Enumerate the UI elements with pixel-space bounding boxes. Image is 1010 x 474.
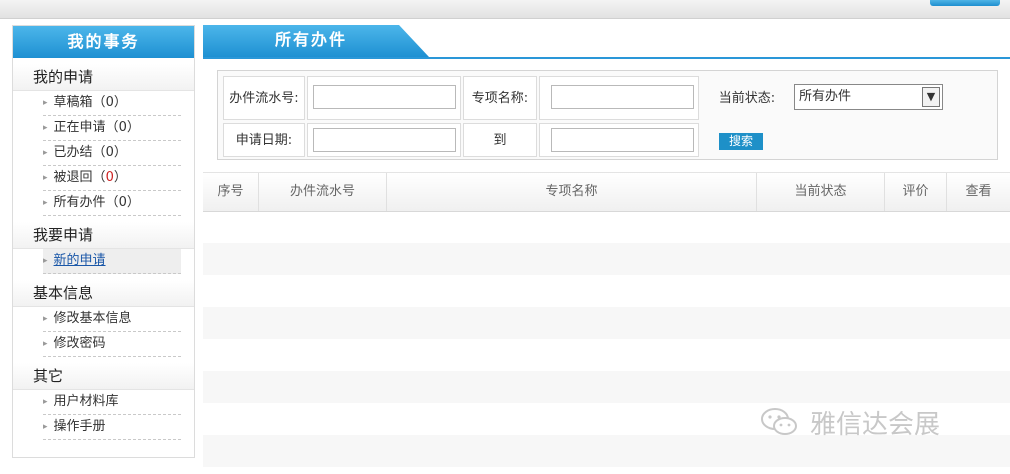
column-header-view[interactable]: 查看 <box>947 173 1010 211</box>
project-name-input[interactable] <box>551 85 694 109</box>
sidebar-item-drafts[interactable]: ▸ 草稿箱（0） <box>43 91 181 116</box>
top-bar <box>0 0 1010 19</box>
section-apply: 我要申请 ▸ 新的申请 <box>13 222 194 274</box>
column-header-rating[interactable]: 评价 <box>885 173 947 211</box>
item-count: 0 <box>105 170 114 185</box>
column-header-project[interactable]: 专项名称 <box>387 173 757 211</box>
sidebar-item-label: 已办结 <box>53 145 93 160</box>
date-from-input[interactable] <box>313 128 456 152</box>
sidebar-item-change-password[interactable]: ▸ 修改密码 <box>43 332 181 357</box>
table-row <box>203 371 1010 403</box>
sidebar-item-label: 修改基本信息 <box>53 311 132 326</box>
chevron-down-icon[interactable]: ▼ <box>922 87 940 107</box>
section-title: 我的申请 <box>13 64 194 91</box>
wechat-icon <box>761 408 797 435</box>
date-label: 申请日期: <box>235 132 293 148</box>
table-row <box>203 243 1010 275</box>
arrow-right-icon: ▸ <box>43 256 48 266</box>
section-title: 基本信息 <box>13 280 194 307</box>
item-count: 0 <box>118 195 127 210</box>
item-count: 0 <box>105 145 114 160</box>
table-row <box>203 339 1010 371</box>
item-count: 0 <box>118 120 127 135</box>
project-label: 专项名称: <box>471 90 529 106</box>
arrow-right-icon: ▸ <box>43 314 48 324</box>
section-title: 其它 <box>13 363 194 390</box>
date-to-label: 到 <box>493 132 507 148</box>
table-row <box>203 275 1010 307</box>
column-header-status[interactable]: 当前状态 <box>757 173 885 211</box>
search-button[interactable]: 搜索 <box>719 133 763 150</box>
sidebar-item-new-application[interactable]: ▸ 新的申请 <box>43 249 181 274</box>
sidebar-item-label: 草稿箱 <box>53 95 93 110</box>
sidebar: 我的事务 我的申请 ▸ 草稿箱（0） ▸ 正在申请（0） ▸ 已办结（0） ▸ 被退回（… <box>12 25 195 458</box>
sidebar-item-returned[interactable]: ▸ 被退回（0） <box>43 166 181 191</box>
status-select[interactable]: 所有办件 ▼ <box>794 84 943 110</box>
sidebar-item-label: 用户材料库 <box>53 394 119 409</box>
section-other: 其它 ▸ 用户材料库 ▸ 操作手册 <box>13 363 194 440</box>
table-row <box>203 211 1010 243</box>
sidebar-item-label: 新的申请 <box>53 253 106 268</box>
section-basic-info: 基本信息 ▸ 修改基本信息 ▸ 修改密码 <box>13 280 194 357</box>
tab-all-cases[interactable]: 所有办件 <box>203 25 429 57</box>
status-select-value: 所有办件 <box>799 89 852 104</box>
sidebar-item-manual[interactable]: ▸ 操作手册 <box>43 415 181 440</box>
column-header-serial[interactable]: 办件流水号 <box>259 173 387 211</box>
search-form: 办件流水号: 专项名称: 当前状态: 所有办件 ▼ 申请日期: 到 搜索 <box>217 70 998 160</box>
arrow-right-icon: ▸ <box>43 198 48 208</box>
section-my-applications: 我的申请 ▸ 草稿箱（0） ▸ 正在申请（0） ▸ 已办结（0） ▸ 被退回（0） ▸ 所… <box>13 64 194 216</box>
sidebar-item-label: 修改密码 <box>53 336 106 351</box>
sidebar-item-completed[interactable]: ▸ 已办结（0） <box>43 141 181 166</box>
serial-label: 办件流水号: <box>229 90 299 106</box>
sidebar-item-material-library[interactable]: ▸ 用户材料库 <box>43 390 181 415</box>
section-title: 我要申请 <box>13 222 194 249</box>
arrow-right-icon: ▸ <box>43 123 48 133</box>
date-to-input[interactable] <box>551 128 694 152</box>
arrow-right-icon: ▸ <box>43 422 48 432</box>
watermark-text: 雅信达会展 <box>810 409 941 440</box>
table-row <box>203 307 1010 339</box>
sidebar-item-label: 所有办件 <box>53 195 106 210</box>
arrow-right-icon: ▸ <box>43 397 48 407</box>
item-count: 0 <box>105 95 114 110</box>
table-header: 序号 办件流水号 专项名称 当前状态 评价 查看 <box>203 172 1010 212</box>
sidebar-item-edit-info[interactable]: ▸ 修改基本信息 <box>43 307 181 332</box>
sidebar-title: 我的事务 <box>13 26 194 58</box>
tab-strip: 所有办件 <box>203 25 1010 59</box>
serial-number-input[interactable] <box>313 85 456 109</box>
watermark: 雅信达会展 <box>760 405 941 440</box>
sidebar-item-in-progress[interactable]: ▸ 正在申请（0） <box>43 116 181 141</box>
top-bar-button[interactable] <box>930 0 1000 6</box>
arrow-right-icon: ▸ <box>43 98 48 108</box>
sidebar-item-label: 操作手册 <box>53 419 106 434</box>
arrow-right-icon: ▸ <box>43 339 48 349</box>
arrow-right-icon: ▸ <box>43 148 48 158</box>
sidebar-item-label: 被退回 <box>53 170 93 185</box>
column-header-index[interactable]: 序号 <box>203 173 259 211</box>
arrow-right-icon: ▸ <box>43 173 48 183</box>
sidebar-item-label: 正在申请 <box>53 120 106 135</box>
status-label: 当前状态: <box>718 90 776 106</box>
sidebar-item-all-cases[interactable]: ▸ 所有办件（0） <box>43 191 181 216</box>
